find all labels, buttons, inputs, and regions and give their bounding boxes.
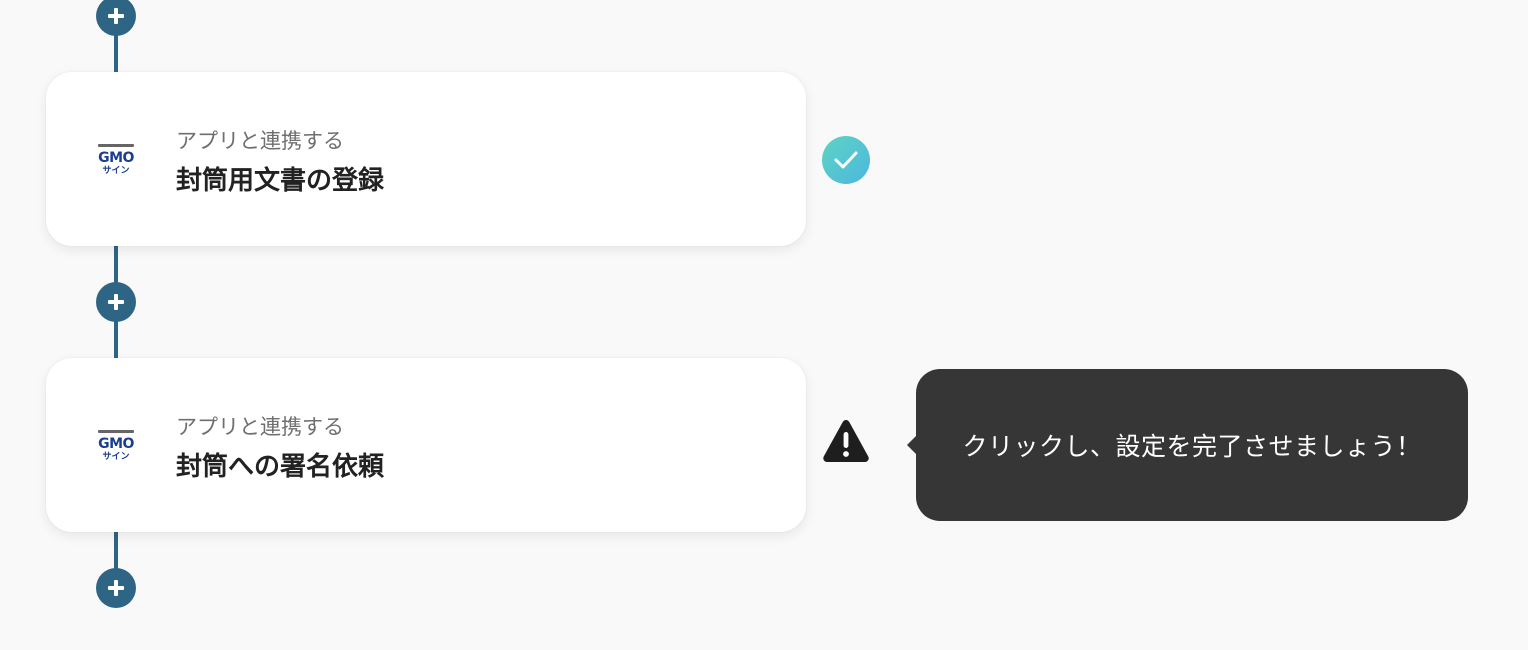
add-step-button[interactable] [96,568,136,608]
plus-icon [108,580,124,596]
check-icon [834,151,858,169]
warning-icon [823,420,869,462]
step-title: 封筒用文書の登録 [176,166,385,196]
flow-step-card[interactable]: GMO サイン アプリと連携する 封筒用文書の登録 [46,72,806,246]
step-subtitle: アプリと連携する [176,415,344,439]
step-title: 封筒への署名依頼 [176,452,385,482]
step-complete-badge [822,136,870,184]
plus-icon [108,294,124,310]
logo-text: GMO [98,436,134,452]
logo-text: GMO [98,150,134,166]
tooltip-text: クリックし、設定を完了させましょう！ [962,432,1422,461]
add-step-button[interactable] [96,282,136,322]
add-step-button[interactable] [96,0,136,36]
logo-subtext: サイン [102,452,130,462]
tooltip-arrow [907,435,917,455]
gmo-sign-logo-icon: GMO サイン [90,142,142,178]
plus-icon [108,8,124,24]
logo-caption-line [98,144,134,147]
setup-tooltip: クリックし、設定を完了させましょう！ [907,369,1468,521]
flow-step-card[interactable]: GMO サイン アプリと連携する 封筒への署名依頼 [46,358,806,532]
logo-caption-line [98,430,134,433]
logo-subtext: サイン [102,166,130,176]
flow-canvas: GMO サイン アプリと連携する 封筒用文書の登録 GMO サイン アプリと連携… [0,0,1528,650]
gmo-sign-logo-icon: GMO サイン [90,428,142,464]
step-subtitle: アプリと連携する [176,129,344,153]
